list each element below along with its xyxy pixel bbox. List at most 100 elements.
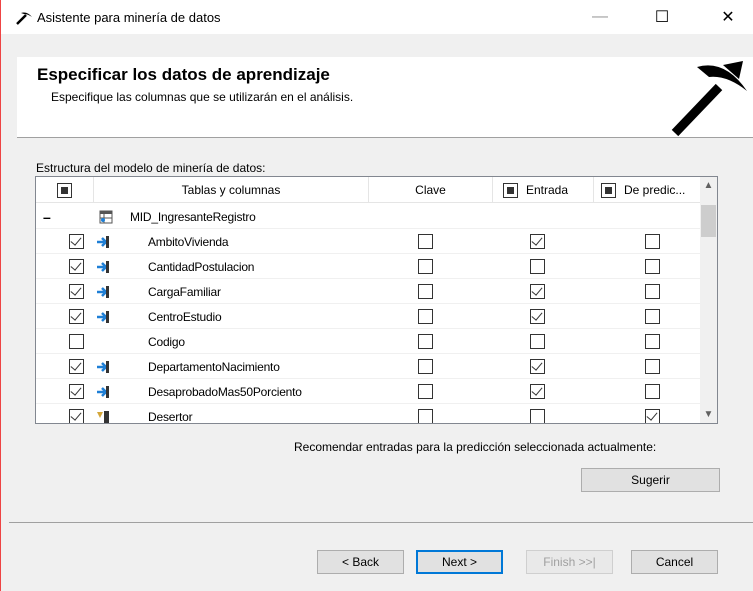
key-checkbox[interactable]	[418, 384, 433, 399]
input-checkbox[interactable]	[530, 384, 545, 399]
input-checkbox[interactable]	[530, 284, 545, 299]
key-checkbox[interactable]	[418, 234, 433, 249]
header-input-label: Entrada	[526, 183, 569, 197]
include-checkbox[interactable]	[69, 259, 84, 274]
column-row[interactable]: CantidadPostulacion	[36, 254, 713, 279]
predict-checkbox[interactable]	[645, 234, 660, 249]
finish-button[interactable]: Finish >>|	[526, 550, 613, 574]
header-select-all[interactable]	[36, 177, 94, 203]
include-checkbox[interactable]	[69, 359, 84, 374]
include-cell[interactable]	[69, 379, 84, 404]
key-cell[interactable]	[418, 354, 433, 379]
back-button[interactable]: < Back	[317, 550, 404, 574]
suggest-button[interactable]: Sugerir	[581, 468, 720, 492]
include-checkbox[interactable]	[69, 309, 84, 324]
input-cell[interactable]	[530, 404, 545, 423]
include-checkbox[interactable]	[69, 284, 84, 299]
key-cell[interactable]	[418, 329, 433, 354]
predict-cell[interactable]	[645, 354, 660, 379]
input-column-icon	[96, 279, 110, 304]
maximize-button[interactable]: ☐	[639, 0, 685, 34]
input-cell[interactable]	[530, 229, 545, 254]
grid-scrollbar[interactable]: ▲ ▼	[700, 177, 717, 423]
columns-grid[interactable]: Tablas y columnas Clave Entrada De predi…	[35, 176, 718, 424]
include-cell[interactable]	[69, 254, 84, 279]
predict-checkbox[interactable]	[645, 334, 660, 349]
next-button[interactable]: Next >	[416, 550, 503, 574]
key-checkbox[interactable]	[418, 359, 433, 374]
header-key[interactable]: Clave	[369, 177, 493, 203]
collapse-expander[interactable]: –	[43, 204, 63, 229]
key-checkbox[interactable]	[418, 334, 433, 349]
scroll-down-icon[interactable]: ▼	[700, 406, 717, 423]
include-cell[interactable]	[69, 354, 84, 379]
close-button[interactable]: ✕	[705, 0, 751, 34]
key-checkbox[interactable]	[418, 409, 433, 423]
header-tables-columns[interactable]: Tablas y columnas	[94, 177, 369, 203]
include-checkbox[interactable]	[69, 334, 84, 349]
include-checkbox[interactable]	[69, 409, 84, 423]
predict-cell[interactable]	[645, 404, 660, 423]
column-row[interactable]: Desertor	[36, 404, 713, 423]
predict-cell[interactable]	[645, 379, 660, 404]
input-cell[interactable]	[530, 379, 545, 404]
key-checkbox[interactable]	[418, 309, 433, 324]
table-row[interactable]: – MID_IngresanteRegistro	[36, 204, 713, 229]
key-checkbox[interactable]	[418, 284, 433, 299]
column-row[interactable]: CentroEstudio	[36, 304, 713, 329]
key-cell[interactable]	[418, 229, 433, 254]
minimize-button[interactable]: —	[577, 0, 623, 34]
key-cell[interactable]	[418, 379, 433, 404]
scroll-thumb[interactable]	[701, 205, 716, 237]
key-cell[interactable]	[418, 279, 433, 304]
header-input[interactable]: Entrada	[493, 177, 594, 203]
input-cell[interactable]	[530, 329, 545, 354]
include-cell[interactable]	[69, 329, 84, 354]
include-checkbox[interactable]	[69, 234, 84, 249]
predict-checkbox[interactable]	[645, 409, 660, 423]
input-cell[interactable]	[530, 254, 545, 279]
predict-cell[interactable]	[645, 304, 660, 329]
input-checkbox[interactable]	[530, 359, 545, 374]
predict-checkbox[interactable]	[645, 359, 660, 374]
predict-checkbox[interactable]	[645, 384, 660, 399]
input-checkbox[interactable]	[530, 234, 545, 249]
wizard-header: Especificar los datos de aprendizaje Esp…	[17, 57, 753, 137]
include-cell[interactable]	[69, 404, 84, 423]
column-row[interactable]: AmbitoVivienda	[36, 229, 713, 254]
scroll-up-icon[interactable]: ▲	[700, 177, 717, 194]
predict-cell[interactable]	[645, 279, 660, 304]
input-checkbox[interactable]	[530, 334, 545, 349]
header-predict[interactable]: De predic...	[594, 177, 713, 203]
include-checkbox[interactable]	[69, 384, 84, 399]
header-predict-label: De predic...	[624, 183, 686, 197]
input-checkbox[interactable]	[530, 259, 545, 274]
key-cell[interactable]	[418, 404, 433, 423]
cancel-button[interactable]: Cancel	[631, 550, 718, 574]
predict-checkbox[interactable]	[645, 309, 660, 324]
predict-checkbox[interactable]	[645, 284, 660, 299]
column-row[interactable]: Codigo	[36, 329, 713, 354]
include-cell[interactable]	[69, 304, 84, 329]
input-cell[interactable]	[530, 304, 545, 329]
input-column-icon	[96, 229, 110, 254]
column-row[interactable]: DepartamentoNacimiento	[36, 354, 713, 379]
input-checkbox[interactable]	[530, 409, 545, 423]
predict-cell[interactable]	[645, 254, 660, 279]
predict-checkbox[interactable]	[645, 259, 660, 274]
predict-cell[interactable]	[645, 229, 660, 254]
input-all-checkbox[interactable]	[503, 182, 518, 198]
input-cell[interactable]	[530, 354, 545, 379]
key-cell[interactable]	[418, 254, 433, 279]
input-cell[interactable]	[530, 279, 545, 304]
include-cell[interactable]	[69, 229, 84, 254]
input-checkbox[interactable]	[530, 309, 545, 324]
predict-cell[interactable]	[645, 329, 660, 354]
key-checkbox[interactable]	[418, 259, 433, 274]
include-cell[interactable]	[69, 279, 84, 304]
select-all-checkbox[interactable]	[57, 182, 72, 198]
key-cell[interactable]	[418, 304, 433, 329]
column-row[interactable]: DesaprobadoMas50Porciento	[36, 379, 713, 404]
predict-all-checkbox[interactable]	[601, 182, 616, 198]
column-row[interactable]: CargaFamiliar	[36, 279, 713, 304]
